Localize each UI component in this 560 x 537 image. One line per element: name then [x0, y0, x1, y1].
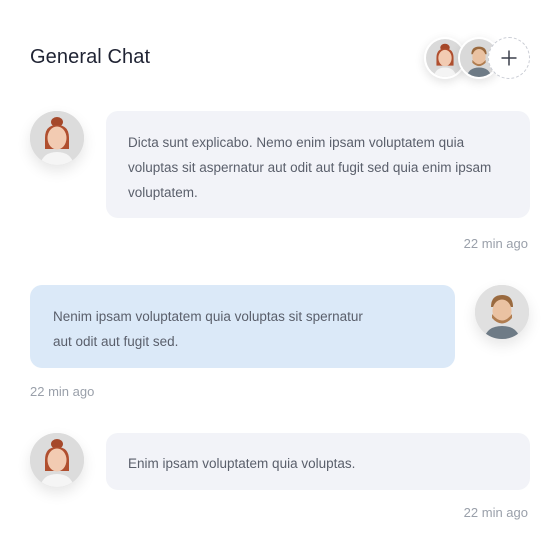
message-bubble-incoming: Enim ipsam voluptatem quia voluptas. [106, 433, 530, 490]
message-timestamp: 22 min ago [463, 505, 528, 520]
add-participant-button[interactable] [488, 37, 530, 79]
plus-icon [501, 50, 517, 66]
message-text: Enim ipsam voluptatem quia voluptas. [128, 456, 356, 471]
message-timestamp: 22 min ago [30, 384, 95, 399]
chat-header: General Chat [30, 36, 530, 82]
message-bubble-incoming: Dicta sunt explicabo. Nemo enim ipsam vo… [106, 111, 530, 218]
woman-avatar[interactable] [30, 433, 84, 487]
man-avatar[interactable] [475, 285, 529, 339]
woman-avatar[interactable] [30, 111, 84, 165]
chat-title: General Chat [30, 46, 151, 68]
message-timestamp: 22 min ago [463, 236, 528, 251]
message-text: Nenim ipsam voluptatem quia voluptas sit… [53, 309, 363, 349]
message-bubble-outgoing: Nenim ipsam voluptatem quia voluptas sit… [30, 285, 455, 368]
participants-group [420, 36, 530, 82]
message-text: Dicta sunt explicabo. Nemo enim ipsam vo… [128, 135, 492, 200]
